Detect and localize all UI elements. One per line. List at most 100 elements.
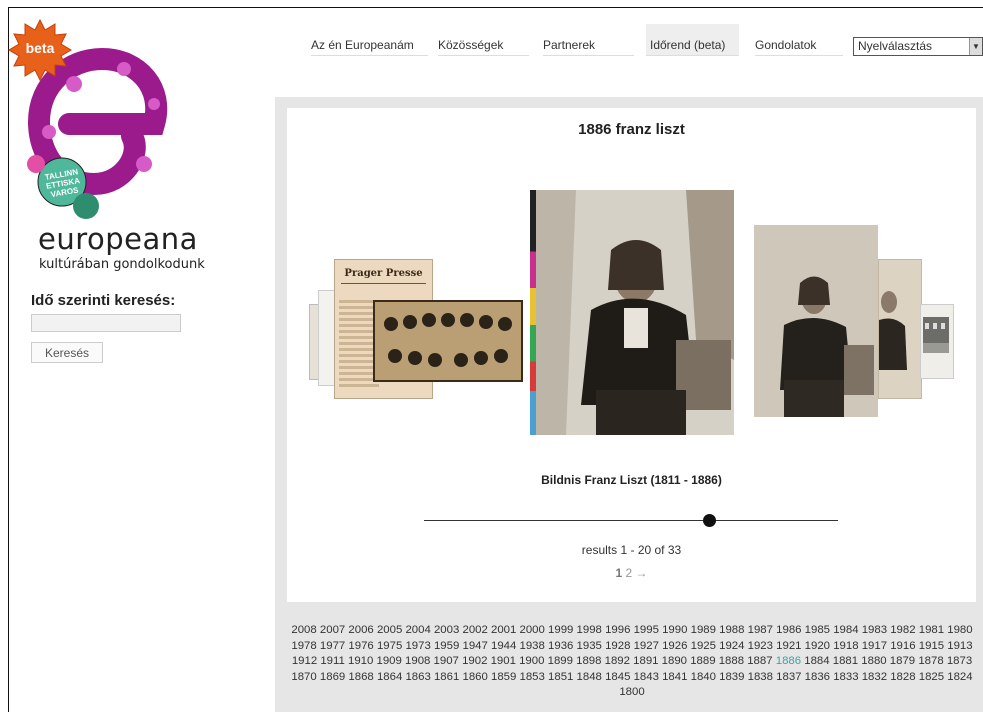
year-link[interactable]: 1837 [776, 671, 801, 683]
year-link[interactable]: 1889 [690, 655, 715, 667]
year-link[interactable]: 1898 [576, 655, 601, 667]
year-link[interactable]: 2002 [462, 624, 487, 636]
year-link[interactable]: 1900 [519, 655, 544, 667]
year-link[interactable]: 1869 [320, 671, 345, 683]
language-select[interactable]: Nyelválasztás ▼ [853, 37, 983, 56]
year-link[interactable]: 1888 [719, 655, 744, 667]
year-link[interactable]: 1880 [861, 655, 886, 667]
year-link[interactable]: 1913 [947, 640, 972, 652]
year-link[interactable]: 1917 [862, 640, 887, 652]
year-link[interactable]: 1832 [862, 671, 887, 683]
year-link[interactable]: 1863 [405, 671, 430, 683]
timeline-slider-track[interactable] [424, 520, 838, 521]
year-link[interactable]: 1926 [662, 640, 687, 652]
year-link[interactable]: 1928 [605, 640, 630, 652]
year-link[interactable]: 1884 [804, 655, 829, 667]
year-link[interactable]: 1908 [405, 655, 430, 667]
year-link[interactable]: 1923 [748, 640, 773, 652]
year-link[interactable]: 1891 [633, 655, 658, 667]
year-link[interactable]: 1987 [748, 624, 773, 636]
year-link[interactable]: 1921 [776, 640, 801, 652]
year-link[interactable]: 1890 [662, 655, 687, 667]
nav-item-timeline[interactable]: Időrend (beta) [646, 24, 739, 56]
year-link[interactable]: 1977 [320, 640, 345, 652]
year-link[interactable]: 1828 [890, 671, 915, 683]
year-link[interactable]: 1989 [691, 624, 716, 636]
year-link[interactable]: 1986 [776, 624, 801, 636]
year-link[interactable]: 1860 [462, 671, 487, 683]
year-link[interactable]: 1901 [491, 655, 516, 667]
year-link[interactable]: 1800 [619, 686, 644, 698]
year-link[interactable]: 1999 [548, 624, 573, 636]
year-link[interactable]: 1840 [691, 671, 716, 683]
page-link[interactable]: 2 [626, 566, 633, 580]
next-arrow-icon[interactable]: → [636, 566, 648, 580]
search-input[interactable] [31, 314, 181, 332]
year-link[interactable]: 2003 [434, 624, 459, 636]
page-link-current[interactable]: 1 [615, 566, 622, 580]
year-link[interactable]: 1983 [862, 624, 887, 636]
building-thumbnail[interactable] [920, 304, 954, 379]
nav-item-thoughts[interactable]: Gondolatok [755, 24, 843, 56]
year-link[interactable]: 2008 [291, 624, 316, 636]
year-link[interactable]: 1892 [605, 655, 630, 667]
year-link[interactable]: 1944 [491, 640, 516, 652]
year-link[interactable]: 1984 [833, 624, 858, 636]
year-link[interactable]: 1925 [691, 640, 716, 652]
year-link[interactable]: 1839 [719, 671, 744, 683]
year-link[interactable]: 1959 [434, 640, 459, 652]
year-link[interactable]: 1975 [377, 640, 402, 652]
nav-item-my-europeana[interactable]: Az én Europeanám [311, 24, 428, 56]
year-link[interactable]: 1981 [919, 624, 944, 636]
year-link[interactable]: 2007 [320, 624, 345, 636]
year-link[interactable]: 1845 [605, 671, 630, 683]
search-button[interactable]: Keresés [31, 342, 103, 363]
year-link[interactable]: 1886 [776, 655, 801, 667]
year-link[interactable]: 1947 [462, 640, 487, 652]
year-link[interactable]: 1909 [377, 655, 402, 667]
year-link[interactable]: 1935 [577, 640, 602, 652]
year-link[interactable]: 1990 [662, 624, 687, 636]
year-link[interactable]: 1836 [805, 671, 830, 683]
year-link[interactable]: 1841 [662, 671, 687, 683]
nav-item-communities[interactable]: Közösségek [438, 24, 529, 56]
year-link[interactable]: 1927 [634, 640, 659, 652]
year-link[interactable]: 1980 [947, 624, 972, 636]
year-link[interactable]: 1824 [947, 671, 972, 683]
year-link[interactable]: 1887 [747, 655, 772, 667]
year-link[interactable]: 1864 [377, 671, 402, 683]
year-link[interactable]: 1879 [890, 655, 915, 667]
year-link[interactable]: 1912 [292, 655, 317, 667]
year-link[interactable]: 1915 [919, 640, 944, 652]
year-link[interactable]: 1911 [320, 655, 345, 667]
main-portrait-image[interactable] [536, 190, 734, 435]
year-link[interactable]: 1976 [348, 640, 373, 652]
year-link[interactable]: 1861 [434, 671, 459, 683]
year-link[interactable]: 2004 [405, 624, 430, 636]
year-link[interactable]: 1936 [548, 640, 573, 652]
year-link[interactable]: 2006 [348, 624, 373, 636]
year-link[interactable]: 1902 [462, 655, 487, 667]
year-link[interactable]: 1870 [291, 671, 316, 683]
year-link[interactable]: 1853 [520, 671, 545, 683]
year-link[interactable]: 1982 [890, 624, 915, 636]
year-link[interactable]: 1881 [833, 655, 858, 667]
year-link[interactable]: 1985 [805, 624, 830, 636]
year-link[interactable]: 1998 [577, 624, 602, 636]
year-link[interactable]: 1996 [605, 624, 630, 636]
year-link[interactable]: 1825 [919, 671, 944, 683]
year-link[interactable]: 2005 [377, 624, 402, 636]
year-link[interactable]: 1924 [719, 640, 744, 652]
portrait-thumbnail[interactable] [754, 225, 878, 417]
year-link[interactable]: 1833 [833, 671, 858, 683]
year-link[interactable]: 1938 [520, 640, 545, 652]
year-link[interactable]: 1838 [748, 671, 773, 683]
year-link[interactable]: 2000 [520, 624, 545, 636]
portrait-thumbnail[interactable] [878, 259, 922, 399]
year-link[interactable]: 1868 [348, 671, 373, 683]
year-link[interactable]: 1843 [634, 671, 659, 683]
year-link[interactable]: 1910 [348, 655, 373, 667]
year-link[interactable]: 1878 [918, 655, 943, 667]
year-link[interactable]: 1973 [405, 640, 430, 652]
year-link[interactable]: 1899 [548, 655, 573, 667]
